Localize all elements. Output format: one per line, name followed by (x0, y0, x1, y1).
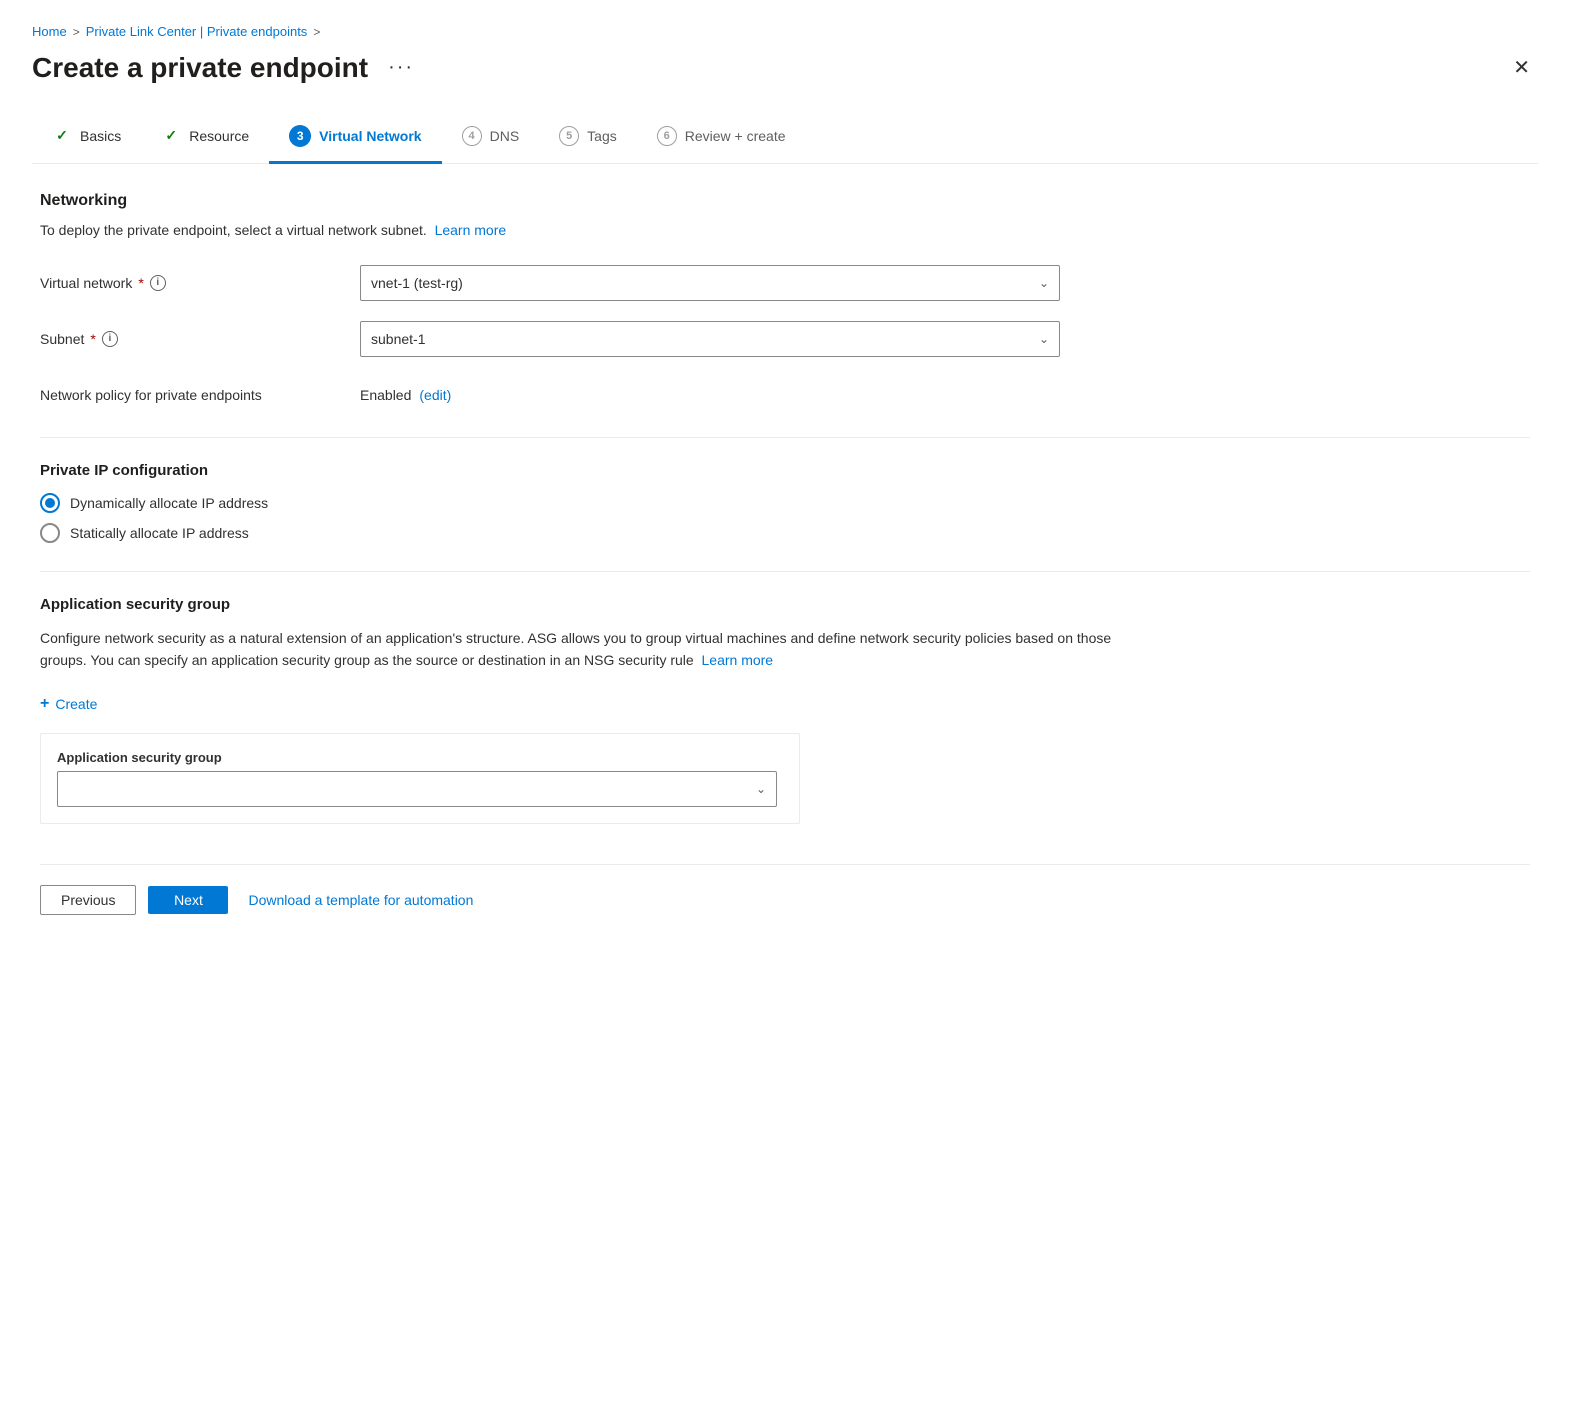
required-star-vnet: * (138, 275, 143, 291)
asg-learn-more[interactable]: Learn more (702, 652, 774, 668)
page-title: Create a private endpoint (32, 51, 368, 85)
asg-dropdown[interactable]: ⌄ (57, 771, 777, 807)
tab-tags-icon: 5 (559, 126, 579, 146)
network-policy-status: Enabled (360, 387, 411, 403)
bottom-nav: Previous Next Download a template for au… (40, 864, 1530, 915)
network-policy-edit[interactable]: (edit) (419, 387, 451, 403)
asg-description: Configure network security as a natural … (40, 627, 1140, 672)
static-ip-radio[interactable] (40, 523, 60, 543)
networking-description: To deploy the private endpoint, select a… (40, 220, 1530, 241)
asg-container: Application security group ⌄ (40, 733, 800, 824)
asg-create-button[interactable]: + Create (40, 691, 97, 717)
virtual-network-value: vnet-1 (test-rg) (371, 275, 463, 291)
private-ip-title: Private IP configuration (40, 462, 1530, 479)
networking-learn-more[interactable]: Learn more (435, 222, 507, 238)
breadcrumb-privatelink[interactable]: Private Link Center | Private endpoints (86, 24, 308, 39)
subnet-info-icon[interactable]: i (102, 331, 118, 347)
tab-review-create[interactable]: 6 Review + create (637, 114, 806, 163)
tab-resource-label: Resource (189, 128, 249, 144)
more-options-button[interactable]: ··· (380, 52, 422, 83)
tab-virtual-network[interactable]: 3 Virtual Network (269, 113, 441, 164)
network-policy-value: Enabled (edit) (360, 387, 1060, 403)
tab-resource[interactable]: ✓ Resource (141, 114, 269, 163)
tab-resource-icon: ✓ (161, 126, 181, 146)
breadcrumb: Home > Private Link Center | Private end… (32, 24, 1538, 39)
network-policy-row: Network policy for private endpoints Ena… (40, 377, 1530, 413)
asg-dropdown-chevron: ⌄ (756, 782, 766, 796)
dynamic-ip-label: Dynamically allocate IP address (70, 495, 268, 511)
subnet-control: subnet-1 ⌄ (360, 321, 1060, 357)
dynamic-ip-option[interactable]: Dynamically allocate IP address (40, 493, 1530, 513)
asg-field-label: Application security group (57, 750, 783, 765)
subnet-row: Subnet * i subnet-1 ⌄ (40, 321, 1530, 357)
subnet-value: subnet-1 (371, 331, 425, 347)
tab-dns-icon: 4 (462, 126, 482, 146)
virtual-network-dropdown[interactable]: vnet-1 (test-rg) ⌄ (360, 265, 1060, 301)
tab-dns-label: DNS (490, 128, 520, 144)
ip-radio-group: Dynamically allocate IP address Statical… (40, 493, 1530, 543)
tab-basics-icon: ✓ (52, 126, 72, 146)
download-template-button[interactable]: Download a template for automation (240, 886, 481, 914)
tab-virtual-network-label: Virtual Network (319, 128, 421, 144)
virtual-network-control: vnet-1 (test-rg) ⌄ (360, 265, 1060, 301)
asg-title: Application security group (40, 596, 1530, 613)
subnet-label: Subnet * i (40, 331, 360, 347)
divider-2 (40, 571, 1530, 572)
asg-create-label: Create (55, 696, 97, 712)
subnet-dropdown[interactable]: subnet-1 ⌄ (360, 321, 1060, 357)
vnet-info-icon[interactable]: i (150, 275, 166, 291)
tab-basics[interactable]: ✓ Basics (32, 114, 141, 163)
vnet-dropdown-chevron: ⌄ (1039, 276, 1049, 290)
page-header: Create a private endpoint ··· ✕ (32, 51, 1538, 85)
networking-title: Networking (40, 192, 1530, 210)
breadcrumb-home[interactable]: Home (32, 24, 67, 39)
close-button[interactable]: ✕ (1505, 51, 1538, 84)
plus-icon: + (40, 695, 49, 713)
breadcrumb-separator-2: > (313, 25, 320, 39)
content-area: Networking To deploy the private endpoin… (32, 192, 1538, 916)
dynamic-ip-radio[interactable] (40, 493, 60, 513)
static-ip-option[interactable]: Statically allocate IP address (40, 523, 1530, 543)
tab-dns[interactable]: 4 DNS (442, 114, 540, 163)
network-policy-label: Network policy for private endpoints (40, 387, 360, 403)
tab-basics-label: Basics (80, 128, 121, 144)
wizard-tabs: ✓ Basics ✓ Resource 3 Virtual Network 4 … (32, 113, 1538, 164)
tab-virtual-network-icon: 3 (289, 125, 311, 147)
static-ip-label: Statically allocate IP address (70, 525, 249, 541)
virtual-network-label: Virtual network * i (40, 275, 360, 291)
next-button[interactable]: Next (148, 886, 228, 914)
private-ip-section: Private IP configuration Dynamically all… (40, 462, 1530, 543)
required-star-subnet: * (90, 331, 95, 347)
asg-section: Application security group Configure net… (40, 596, 1530, 825)
subnet-dropdown-chevron: ⌄ (1039, 332, 1049, 346)
tab-tags[interactable]: 5 Tags (539, 114, 637, 163)
networking-section: Networking To deploy the private endpoin… (40, 192, 1530, 413)
tab-tags-label: Tags (587, 128, 617, 144)
network-policy-control: Enabled (edit) (360, 387, 1060, 403)
tab-review-label: Review + create (685, 128, 786, 144)
divider-1 (40, 437, 1530, 438)
tab-review-icon: 6 (657, 126, 677, 146)
previous-button[interactable]: Previous (40, 885, 136, 915)
breadcrumb-separator-1: > (73, 25, 80, 39)
virtual-network-row: Virtual network * i vnet-1 (test-rg) ⌄ (40, 265, 1530, 301)
